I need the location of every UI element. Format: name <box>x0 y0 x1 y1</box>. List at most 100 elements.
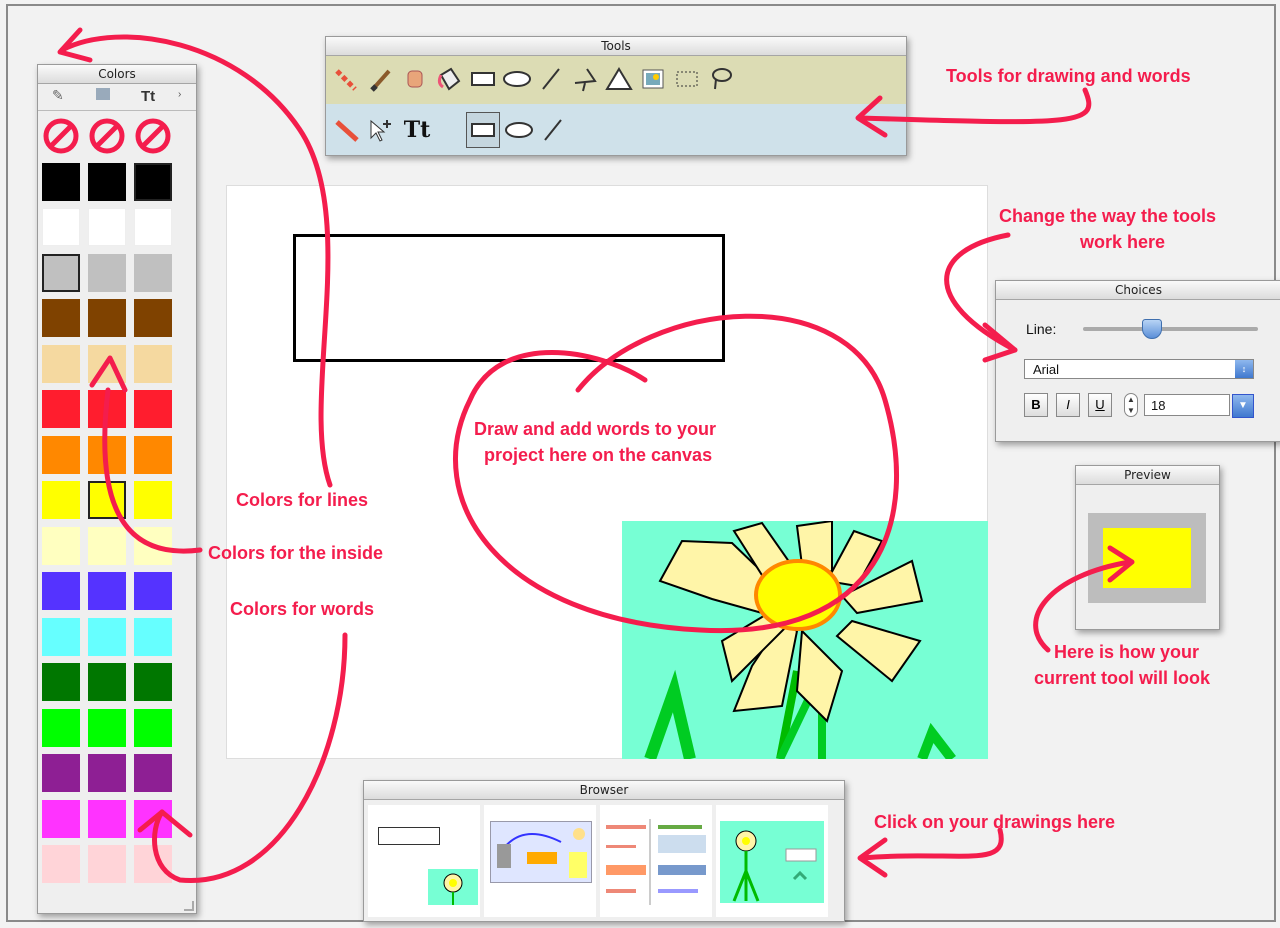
color-swatch[interactable] <box>88 708 126 747</box>
color-swatch[interactable] <box>88 435 126 474</box>
color-swatch[interactable] <box>134 162 172 201</box>
font-size-value: 18 <box>1151 398 1166 413</box>
lasso-icon[interactable] <box>704 61 738 97</box>
tab-scroll-arrow[interactable]: › <box>178 89 181 100</box>
fill-color-tab-icon[interactable] <box>96 88 110 100</box>
color-swatch[interactable] <box>88 799 126 838</box>
text-tool-icon[interactable]: Tt <box>400 112 434 148</box>
color-swatch[interactable] <box>88 572 126 610</box>
annotation-preview-line1: Here is how your <box>1054 642 1200 662</box>
color-swatch[interactable] <box>134 572 172 610</box>
stamp-icon[interactable] <box>398 61 432 97</box>
line-pattern-icon[interactable] <box>330 61 364 97</box>
selection-icon[interactable] <box>670 61 704 97</box>
no-color-swatch-icon[interactable] <box>42 117 80 155</box>
select-arrow-icon[interactable] <box>364 112 398 148</box>
italic-button[interactable]: I <box>1056 393 1080 417</box>
color-swatch[interactable] <box>134 526 172 565</box>
bold-button[interactable]: B <box>1024 393 1048 417</box>
text-ellipse-icon[interactable] <box>502 112 536 148</box>
brush-icon[interactable] <box>364 61 398 97</box>
color-swatch[interactable] <box>134 799 172 838</box>
color-swatch[interactable] <box>134 845 172 883</box>
color-swatch[interactable] <box>88 754 126 792</box>
color-swatch[interactable] <box>88 663 126 701</box>
drawing-thumbnail[interactable] <box>716 805 828 917</box>
color-swatch[interactable] <box>42 253 80 292</box>
italic-button-label: I <box>1066 397 1070 412</box>
color-swatch[interactable] <box>42 162 80 201</box>
color-swatch[interactable] <box>88 344 126 383</box>
font-size-dropdown-arrow-icon[interactable]: ▼ <box>1232 394 1254 418</box>
color-swatch[interactable] <box>42 845 80 883</box>
color-swatch[interactable] <box>134 253 172 292</box>
color-swatch[interactable] <box>134 754 172 792</box>
browser-panel-title: Browser <box>364 781 844 800</box>
image-icon[interactable] <box>636 61 670 97</box>
color-swatch[interactable] <box>88 526 126 565</box>
drawing-thumbnail[interactable] <box>368 805 480 917</box>
text-line-icon[interactable] <box>536 112 570 148</box>
color-swatch[interactable] <box>42 435 80 474</box>
line-width-slider-thumb[interactable] <box>1142 319 1162 339</box>
color-swatch[interactable] <box>42 208 80 246</box>
color-swatch[interactable] <box>134 708 172 747</box>
color-swatch[interactable] <box>134 617 172 656</box>
paint-bucket-icon[interactable] <box>432 61 466 97</box>
color-swatch[interactable] <box>134 344 172 383</box>
canvas-flower-picture[interactable] <box>622 521 988 759</box>
color-swatch[interactable] <box>42 663 80 701</box>
triangle-icon[interactable] <box>602 61 636 97</box>
color-swatch[interactable] <box>134 435 172 474</box>
font-select[interactable]: Arial ↕ <box>1024 359 1254 379</box>
color-swatch[interactable] <box>134 208 172 246</box>
rectangle-icon[interactable] <box>466 61 500 97</box>
color-swatch[interactable] <box>42 708 80 747</box>
pencil-icon[interactable] <box>330 112 364 148</box>
color-swatch[interactable] <box>134 663 172 701</box>
annotation-tools: Tools for drawing and words <box>946 66 1191 86</box>
color-swatch[interactable] <box>88 253 126 292</box>
color-swatch[interactable] <box>42 572 80 610</box>
color-swatch[interactable] <box>134 481 172 519</box>
color-swatch[interactable] <box>42 799 80 838</box>
color-swatch[interactable] <box>42 617 80 656</box>
color-swatch[interactable] <box>42 390 80 428</box>
color-swatch[interactable] <box>88 390 126 428</box>
underline-button[interactable]: U <box>1088 393 1112 417</box>
annotation-choices-line1: Change the way the tools <box>999 206 1217 226</box>
browser-panel: Browser <box>363 780 845 922</box>
color-swatch[interactable] <box>134 390 172 428</box>
text-box-icon[interactable] <box>466 112 500 148</box>
color-swatch[interactable] <box>134 299 172 337</box>
text-color-tab[interactable]: Tt <box>141 88 155 105</box>
color-swatch[interactable] <box>88 481 126 519</box>
line-color-tab-icon[interactable]: ✎ <box>52 87 64 104</box>
color-palette-grid <box>42 117 177 907</box>
drawing-thumbnail[interactable] <box>600 805 712 917</box>
canvas-rectangle-shape[interactable] <box>293 234 725 362</box>
color-swatch[interactable] <box>42 754 80 792</box>
polygon-icon[interactable] <box>568 61 602 97</box>
line-icon[interactable] <box>534 61 568 97</box>
color-swatch[interactable] <box>88 845 126 883</box>
line-width-slider-track[interactable] <box>1083 327 1258 331</box>
ellipse-icon[interactable] <box>500 61 534 97</box>
color-swatch[interactable] <box>88 299 126 337</box>
no-color-swatch-icon[interactable] <box>134 117 172 155</box>
drawing-thumbnail[interactable] <box>484 805 596 917</box>
color-swatch[interactable] <box>42 481 80 519</box>
panel-resize-grip[interactable] <box>184 901 194 911</box>
font-size-field[interactable]: 18 <box>1144 394 1230 416</box>
bold-button-label: B <box>1031 397 1041 412</box>
font-size-stepper[interactable]: ▲ ▼ <box>1124 393 1138 417</box>
color-swatch[interactable] <box>88 162 126 201</box>
color-swatch[interactable] <box>42 299 80 337</box>
color-swatch[interactable] <box>42 344 80 383</box>
annotation-colors-inside: Colors for the inside <box>208 543 384 563</box>
color-swatch[interactable] <box>88 208 126 246</box>
color-swatch[interactable] <box>88 617 126 656</box>
no-color-swatch-icon[interactable] <box>88 117 126 155</box>
line-width-label: Line: <box>1026 321 1057 337</box>
color-swatch[interactable] <box>42 526 80 565</box>
